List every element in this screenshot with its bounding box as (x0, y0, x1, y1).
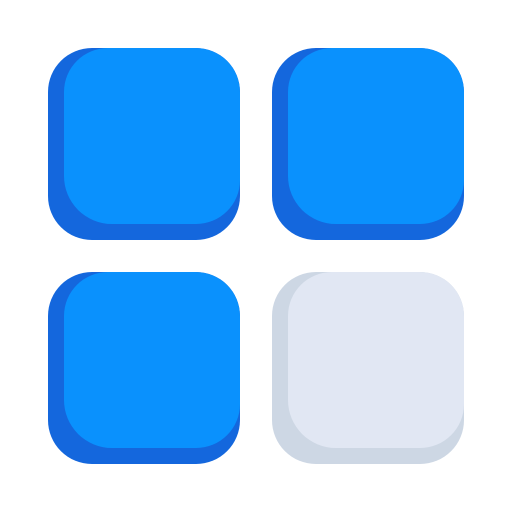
tile-bottom-left-icon (48, 272, 240, 464)
tile-top-left-icon (48, 48, 240, 240)
tile-top-right-icon (272, 48, 464, 240)
grid-apps-icon (0, 0, 512, 512)
tile-face (288, 48, 464, 224)
tile-face (288, 272, 464, 448)
tile-face (64, 272, 240, 448)
tile-face (64, 48, 240, 224)
tile-bottom-right-icon (272, 272, 464, 464)
